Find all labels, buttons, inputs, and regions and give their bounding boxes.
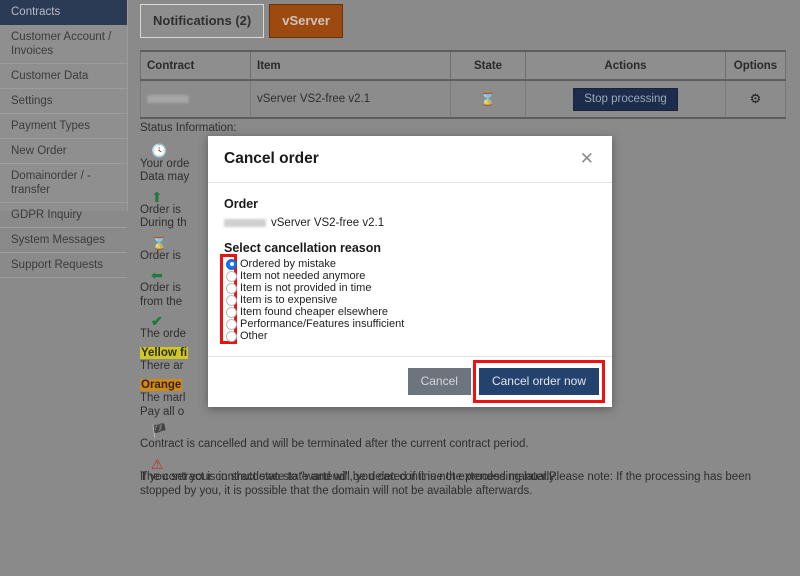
order-item-row: vServer VS2-free v2.1 [224,217,596,229]
table-header-row: Contract Item State Actions Options [140,50,786,81]
status-entry-line: Pay all o [140,405,185,418]
reason-label: Item not needed anymore [240,270,366,282]
yellow-marker: Yellow fi [140,346,189,359]
status-entry-cancelled: 🏴 Contract is cancelled and will be term… [140,424,790,452]
radio-icon[interactable] [226,282,237,294]
reason-label: Item is to expensive [240,294,338,306]
sidebar: Contracts Customer Account / Invoices Cu… [0,0,128,278]
reason-option-not-needed-anymore[interactable]: Item not needed anymore [226,270,596,282]
column-header-options: Options [725,50,786,81]
sidebar-item-label: Payment Types [11,120,91,132]
radio-icon[interactable] [226,318,237,330]
cancellation-reason-radio-group: Ordered by mistake Item not needed anymo… [220,254,596,344]
reason-option-not-provided-in-time[interactable]: Item is not provided in time [226,282,596,294]
warning-triangle-icon: ⚠ [151,455,164,472]
sidebar-item-label: System Messages [11,234,105,246]
dialog-body: Order vServer VS2-free v2.1 Select cance… [208,183,612,356]
cancel-order-dialog: Cancel order ✕ Order vServer VS2-free v2… [208,136,612,407]
redacted-contract-id [147,94,189,103]
confirm-button-wrapper: Cancel order now [472,360,605,403]
sidebar-item-label: Customer Data [11,70,89,82]
hourglass-icon: ⌛ [479,91,497,106]
order-heading: Order [224,197,259,211]
column-header-actions: Actions [525,50,726,81]
orange-marker: Orange [140,378,183,391]
tab-label: vServer [282,13,330,28]
footer-note: If you set your contract state to "warte… [140,471,751,497]
sidebar-item-gdpr-inquiry[interactable]: GDPR Inquiry [0,203,127,228]
order-item-label: vServer VS2-free v2.1 [271,217,385,229]
sidebar-item-label: New Order [11,145,67,157]
dialog-header: Cancel order ✕ [208,136,612,183]
reason-option-too-expensive[interactable]: Item is to expensive [226,294,596,306]
sidebar-item-label: Domainorder / -transfer [11,170,91,196]
reason-label: Item found cheaper elsewhere [240,306,388,318]
sidebar-item-domainorder-transfer[interactable]: Domainorder / -transfer [0,164,127,203]
sidebar-item-label: Settings [11,95,53,107]
close-icon[interactable]: ✕ [578,150,596,167]
sidebar-item-system-messages[interactable]: System Messages [0,228,127,253]
status-information-title: Status Information: [140,122,237,134]
sidebar-item-payment-types[interactable]: Payment Types [0,114,127,139]
sidebar-item-new-order[interactable]: New Order [0,139,127,164]
cell-options: ⚙ [725,79,786,119]
cell-item: vServer VS2-free v2.1 [250,79,451,119]
radio-icon[interactable] [226,330,237,342]
stop-processing-button[interactable]: Stop processing [573,87,678,111]
radio-icon[interactable] [226,294,237,306]
reason-option-ordered-by-mistake[interactable]: Ordered by mistake [226,258,596,270]
tab-notifications[interactable]: Notifications (2) [140,4,265,38]
sidebar-item-contracts[interactable]: Contracts [0,0,127,25]
reason-label: Performance/Features insufficient [240,318,405,330]
dialog-title: Cancel order [224,150,319,167]
cell-contract [140,79,251,119]
radio-icon[interactable] [226,270,237,282]
cancel-button[interactable]: Cancel [407,368,471,395]
reason-label: Item is not provided in time [240,282,372,294]
red-flag-icon: 🏴 [151,423,168,438]
sidebar-item-label: Contracts [11,6,61,18]
reason-heading: Select cancellation reason [224,241,382,255]
table-row: vServer VS2-free v2.1 ⌛ Stop processing … [140,79,786,119]
sidebar-item-label: Customer Account / Invoices [11,31,112,57]
radio-icon[interactable] [226,306,237,318]
reason-option-found-cheaper-elsewhere[interactable]: Item found cheaper elsewhere [226,306,596,318]
tab-strip: Notifications (2) vServer [140,4,343,38]
reason-option-performance-insufficient[interactable]: Performance/Features insufficient [226,318,596,330]
column-header-contract: Contract [140,50,251,81]
status-entry-line: Contract is cancelled and will be termin… [140,438,529,450]
contract-table: Contract Item State Actions Options vSer… [140,50,786,119]
sidebar-item-settings[interactable]: Settings [0,89,127,114]
cancel-order-now-button[interactable]: Cancel order now [478,368,599,395]
reason-label: Other [240,330,268,342]
cell-actions: Stop processing [525,79,726,119]
sidebar-item-label: GDPR Inquiry [11,209,82,221]
gear-icon[interactable]: ⚙ [750,91,762,106]
tab-label: Notifications (2) [153,13,252,28]
dialog-footer: Cancel Cancel order now [208,356,612,407]
tab-vserver[interactable]: vServer [269,4,343,38]
reason-label: Ordered by mistake [240,258,336,270]
redacted-order-id [224,219,266,227]
cell-state: ⌛ [450,79,526,119]
sidebar-item-customer-account-invoices[interactable]: Customer Account / Invoices [0,25,127,64]
sidebar-item-label: Support Requests [11,259,104,271]
column-header-item: Item [250,50,451,81]
radio-icon[interactable] [226,258,237,270]
column-header-state: State [450,50,526,81]
reason-option-other[interactable]: Other [226,330,596,342]
sidebar-item-support-requests[interactable]: Support Requests [0,253,127,278]
sidebar-item-customer-data[interactable]: Customer Data [0,64,127,89]
